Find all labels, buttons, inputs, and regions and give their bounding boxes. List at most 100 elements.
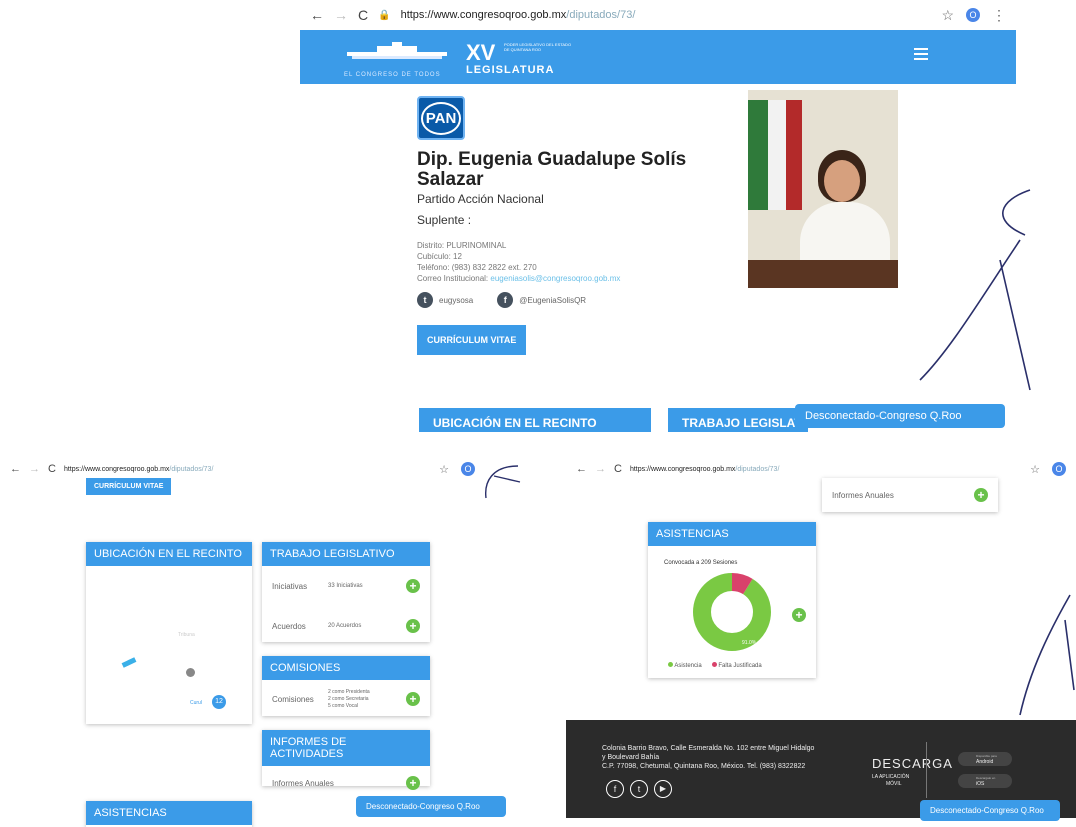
facebook-icon[interactable]: f (497, 292, 514, 308)
browser-toolbar: ← → C https://www.congresoqroo.gob.mx/di… (0, 458, 525, 480)
connection-toast: Desconectado-Congreso Q.Roo (920, 800, 1060, 821)
footer-address: Colonia Barrio Bravo, Calle Esmeralda No… (602, 744, 814, 771)
android-badge[interactable]: Disponible para Android (958, 752, 1012, 766)
ios-badge[interactable]: Descargalo en iOS (958, 774, 1012, 788)
back-icon[interactable]: ← (576, 463, 587, 475)
star-icon[interactable]: ☆ (1030, 463, 1040, 476)
informes-label: Informes Anuales (832, 490, 894, 500)
legislatura-small: PODER LEGISLATIVO DEL ESTADO DE QUINTANA… (504, 42, 572, 52)
legend-dot (668, 662, 673, 667)
asistencias-box: ASISTENCIAS (86, 801, 252, 827)
app-line-2: MÓVIL (886, 781, 902, 787)
correo: Correo Institucional: eugeniasolis@congr… (417, 273, 620, 284)
acuerdos-expand-icon[interactable]: + (406, 619, 420, 633)
legend-asistencia: Asistencia (668, 662, 702, 669)
reload-icon[interactable]: C (48, 463, 56, 475)
comisiones-label: Comisiones (272, 694, 314, 704)
iniciativas-row: Iniciativas 33 Iniciativas + (262, 566, 430, 606)
site-header: EL CONGRESO DE TODOS XV PODER LEGISLATIV… (300, 30, 1016, 84)
logo-caption: EL CONGRESO DE TODOS (344, 72, 441, 78)
comisiones-expand-icon[interactable]: + (406, 692, 420, 706)
trabajo-legislativo-box: TRABAJO LEGISLATIVO Iniciativas 33 Inici… (262, 542, 430, 642)
footer-address-line: C.P. 77098, Chetumal, Quintana Roo, Méxi… (602, 763, 806, 770)
ios-label: iOS (976, 781, 985, 787)
deputy-suplente: Suplente : (417, 213, 472, 227)
star-icon[interactable]: ☆ (439, 463, 449, 476)
legislatura-label: LEGISLATURA (466, 64, 555, 76)
social-links: t eugysosa f @EugeniaSolisQR (417, 292, 586, 308)
tab-ubicacion[interactable]: UBICACIÓN EN EL RECINTO (419, 408, 651, 432)
curriculum-vitae-button[interactable]: CURRÍCULUM VITAE (417, 325, 527, 355)
correo-label: Correo Institucional: (417, 274, 489, 283)
correo-link[interactable]: eugeniasolis@congresoqroo.gob.mx (490, 274, 620, 283)
browser-toolbar: ← → C 🔒 https://www.congresoqroo.gob.mx/… (300, 0, 1016, 30)
address-bar[interactable]: https://www.congresoqroo.gob.mx/diputado… (401, 9, 636, 21)
profile-avatar[interactable]: O (1052, 462, 1066, 476)
congress-building-logo[interactable] (342, 42, 452, 68)
deputy-name: Dip. Eugenia Guadalupe Solís Salazar (417, 149, 687, 190)
hamburger-menu-icon[interactable] (914, 48, 928, 60)
url-domain: https://www.congresoqroo.gob.mx (629, 465, 736, 473)
twitter-handle[interactable]: eugysosa (439, 296, 473, 305)
comisiones-box: COMISIONES Comisiones 2 como Presidenta … (262, 656, 430, 716)
desk (748, 260, 898, 288)
star-icon[interactable]: ☆ (941, 7, 954, 24)
chart-legend: Asistencia Falta Justificada (668, 662, 762, 669)
legend-falta: Falta Justificada (711, 662, 762, 669)
address-bar[interactable]: https://www.congresoqroo.gob.mx/diputado… (64, 466, 213, 473)
forward-icon[interactable]: → (595, 463, 606, 475)
legend-dot (711, 662, 717, 667)
informes-expand-icon[interactable]: + (974, 488, 988, 502)
reload-icon[interactable]: C (614, 463, 622, 475)
informes-expand-icon[interactable]: + (406, 776, 420, 790)
browser-toolbar: ← → C https://www.congresoqroo.gob.mx/di… (566, 458, 1076, 480)
acuerdos-value: 20 Acuerdos (328, 623, 362, 629)
address-bar[interactable]: https://www.congresoqroo.gob.mx/diputado… (630, 466, 779, 473)
url-domain: https://www.congresoqroo.gob.mx (400, 9, 567, 21)
portrait-face (824, 160, 860, 202)
back-icon[interactable]: ← (10, 463, 21, 475)
map-tribuna-label: Tribuna (178, 632, 195, 638)
reload-icon[interactable]: C (358, 7, 368, 23)
asistencias-title: ASISTENCIAS (648, 522, 816, 546)
footer-address-line: Colonia Barrio Bravo, Calle Esmeralda No… (602, 745, 815, 752)
asistencias-box: ASISTENCIAS Convocada a 209 Sesiones 91.… (648, 522, 816, 678)
attendance-donut-chart (693, 573, 771, 651)
asistencias-expand-icon[interactable]: + (792, 608, 806, 622)
facebook-icon[interactable]: f (606, 780, 624, 798)
curul-label: Curul (190, 700, 202, 706)
forward-icon[interactable]: → (29, 463, 40, 475)
iniciativas-label: Iniciativas (272, 581, 308, 591)
url-domain: https://www.congresoqroo.gob.mx (63, 465, 170, 473)
donut-label: 91.0% (742, 640, 757, 646)
map-seat-marker (121, 657, 137, 668)
twitter-icon[interactable]: t (630, 780, 648, 798)
informes-row: Informes Anuales + (262, 766, 430, 800)
tab-trabajo-legislativo[interactable]: TRABAJO LEGISLAT (668, 408, 808, 432)
ubicacion-box: UBICACIÓN EN EL RECINTO Tribuna Curul 12 (86, 542, 252, 724)
iniciativas-expand-icon[interactable]: + (406, 579, 420, 593)
footer-social: f t ▶ (606, 780, 672, 798)
forward-icon[interactable]: → (334, 7, 348, 23)
flag-red (786, 100, 802, 210)
informes-label: Informes Anuales (272, 778, 334, 788)
informes-box: Informes Anuales + (822, 478, 998, 512)
youtube-icon[interactable]: ▶ (654, 780, 672, 798)
signature-scribble (919, 189, 1031, 391)
twitter-icon[interactable]: t (417, 292, 433, 308)
deputy-party: Partido Acción Nacional (417, 192, 544, 206)
url-path: /diputados/73/ (735, 465, 780, 473)
trabajo-title: TRABAJO LEGISLATIVO (262, 542, 430, 566)
menu-dots-icon[interactable]: ⋮ (992, 7, 1006, 24)
acuerdos-label: Acuerdos (272, 621, 306, 631)
deputy-details: Distrito: PLURINOMINAL Cubículo: 12 Telé… (417, 240, 620, 284)
curriculum-vitae-button[interactable]: CURRÍCULUM VITAE (86, 478, 172, 495)
connection-toast: Desconectado-Congreso Q.Roo (356, 796, 506, 817)
profile-avatar[interactable]: O (966, 8, 980, 22)
chart-title: Convocada a 209 Sesiones (664, 560, 738, 566)
facebook-handle[interactable]: @EugeniaSolisQR (519, 296, 586, 305)
signature-scribble (1019, 594, 1075, 716)
back-icon[interactable]: ← (310, 7, 324, 23)
profile-avatar[interactable]: O (461, 462, 475, 476)
legend-falta-label: Falta Justificada (718, 663, 762, 669)
